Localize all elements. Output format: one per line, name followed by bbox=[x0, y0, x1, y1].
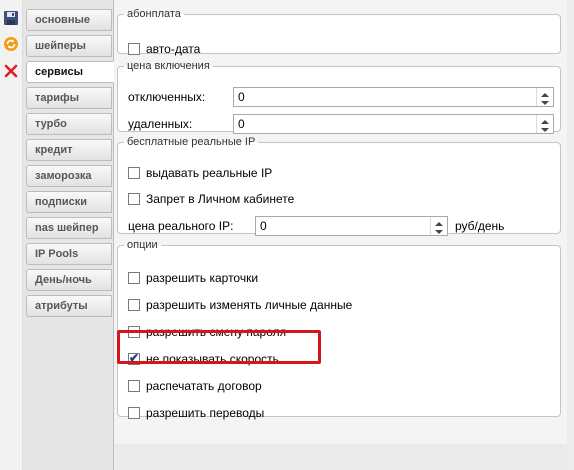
group-options-title: опции bbox=[127, 239, 158, 251]
issue-real-ip-checkbox[interactable]: ✔ bbox=[128, 167, 140, 179]
tab-podpiski[interactable]: подписки bbox=[26, 191, 112, 213]
tab-servisy[interactable]: сервисы bbox=[26, 61, 114, 83]
tab-panel: основные шейперы сервисы тарифы турбо кр… bbox=[23, 0, 114, 470]
deleted-price-input[interactable] bbox=[234, 115, 539, 133]
spin-up-icon[interactable] bbox=[537, 115, 553, 124]
deleted-price-spinner[interactable] bbox=[233, 114, 554, 134]
deleted-price-label: удаленных: bbox=[128, 117, 193, 131]
option-print-contract[interactable]: ✔ распечатать договор bbox=[128, 377, 262, 395]
issue-real-ip-label: выдавать реальные IP bbox=[146, 166, 273, 180]
issue-real-ip-row[interactable]: ✔ выдавать реальные IP bbox=[128, 164, 272, 182]
save-icon[interactable] bbox=[3, 10, 19, 26]
group-free-ip-title: бесплатные реальные IP bbox=[127, 136, 256, 148]
tab-zamorozka[interactable]: заморозка bbox=[26, 165, 112, 187]
tab-tarify[interactable]: тарифы bbox=[26, 87, 112, 109]
option-checkbox[interactable]: ✔ bbox=[128, 272, 140, 284]
left-toolbar bbox=[0, 0, 23, 470]
spin-down-icon[interactable] bbox=[537, 124, 553, 133]
tab-day-night[interactable]: День/ночь bbox=[26, 269, 112, 291]
real-ip-price-spinner[interactable] bbox=[255, 216, 448, 236]
scrollbar[interactable] bbox=[567, 0, 574, 470]
group-price-enable-title: цена включения bbox=[127, 60, 210, 72]
group-free-ip: бесплатные реальные IP ✔ выдавать реальн… bbox=[117, 136, 561, 236]
auto-date-checkbox[interactable]: ✔ bbox=[128, 43, 140, 55]
real-ip-price-label: цена реального IP: bbox=[128, 219, 234, 233]
tab-sheypery[interactable]: шейперы bbox=[26, 35, 112, 57]
option-checkbox[interactable]: ✔ bbox=[128, 380, 140, 392]
auto-date-label: авто-дата bbox=[146, 42, 201, 56]
option-allow-transfers[interactable]: ✔ разрешить переводы bbox=[128, 404, 264, 422]
refresh-icon[interactable] bbox=[3, 36, 19, 52]
real-ip-price-unit: руб/день bbox=[455, 219, 505, 233]
option-label: разрешить карточки bbox=[146, 271, 259, 285]
option-label: разрешить изменять личные данные bbox=[146, 298, 353, 312]
group-subscription: абонплата ✔ авто-дата bbox=[117, 8, 561, 56]
option-allow-edit-personal-data[interactable]: ✔ разрешить изменять личные данные bbox=[128, 296, 352, 314]
auto-date-row[interactable]: ✔ авто-дата bbox=[128, 40, 200, 58]
tab-ip-pools[interactable]: IP Pools bbox=[26, 243, 112, 265]
tab-atributy[interactable]: атрибуты bbox=[26, 295, 112, 317]
group-price-enable: цена включения отключенных: удаленных: bbox=[117, 60, 561, 134]
option-checkbox[interactable]: ✔ bbox=[128, 407, 140, 419]
close-icon[interactable] bbox=[3, 63, 19, 79]
highlight-box bbox=[117, 330, 321, 364]
option-label: разрешить переводы bbox=[146, 406, 265, 420]
spin-down-icon[interactable] bbox=[537, 97, 553, 106]
option-label: распечатать договор bbox=[146, 379, 262, 393]
option-checkbox[interactable]: ✔ bbox=[128, 299, 140, 311]
disabled-price-label: отключенных: bbox=[128, 90, 206, 104]
spin-down-icon[interactable] bbox=[431, 226, 447, 235]
tab-kredit[interactable]: кредит bbox=[26, 139, 112, 161]
tab-osnovnye[interactable]: основные bbox=[26, 9, 112, 31]
content-footer bbox=[114, 444, 574, 470]
tab-turbo[interactable]: турбо bbox=[26, 113, 112, 135]
cabinet-ban-label: Запрет в Личном кабинете bbox=[146, 192, 295, 206]
option-allow-cards[interactable]: ✔ разрешить карточки bbox=[128, 269, 258, 287]
real-ip-price-input[interactable] bbox=[256, 217, 433, 235]
disabled-price-input[interactable] bbox=[234, 88, 539, 106]
spin-up-icon[interactable] bbox=[537, 88, 553, 97]
tab-nas-shaper[interactable]: nas шейпер bbox=[26, 217, 112, 239]
disabled-price-spinner[interactable] bbox=[233, 87, 554, 107]
content-area: абонплата ✔ авто-дата цена включения отк… bbox=[114, 0, 574, 470]
cabinet-ban-checkbox[interactable]: ✔ bbox=[128, 193, 140, 205]
cabinet-ban-row[interactable]: ✔ Запрет в Личном кабинете bbox=[128, 190, 294, 208]
spin-up-icon[interactable] bbox=[431, 217, 447, 226]
group-options: опции ✔ разрешить карточки ✔ разрешить и… bbox=[117, 239, 561, 420]
group-subscription-title: абонплата bbox=[127, 8, 181, 20]
